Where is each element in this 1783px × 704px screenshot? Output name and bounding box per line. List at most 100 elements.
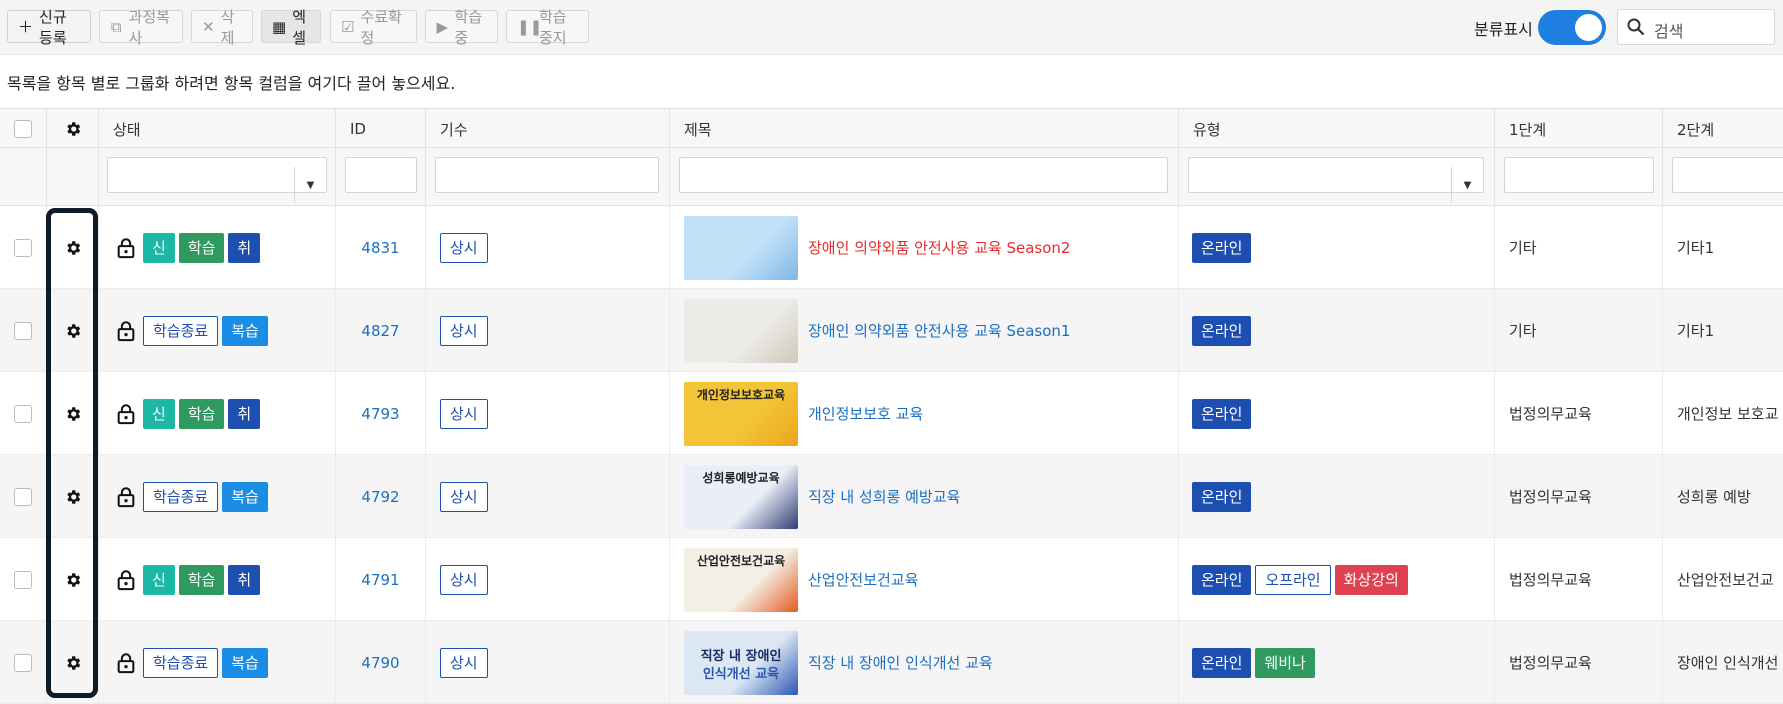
category-toggle[interactable] (1538, 10, 1606, 45)
row-select-cell (0, 289, 47, 372)
type-badge: 온라인 (1192, 647, 1252, 678)
gear-icon[interactable] (64, 488, 82, 506)
id-cell: 4793 (336, 372, 426, 455)
lock-icon (117, 237, 135, 258)
course-id-link[interactable]: 4791 (361, 571, 399, 589)
table-row[interactable]: 신 학습 취 4831 상시 장애인 의약외품 안전사용 교육 Season2 온라… (0, 206, 1783, 289)
status-badge: 학습종료 (143, 315, 219, 346)
title-filter-input[interactable] (679, 157, 1168, 193)
gear-icon[interactable] (64, 571, 82, 589)
row-select-cell (0, 621, 47, 704)
gear-icon[interactable] (64, 405, 82, 423)
id-cell: 4790 (336, 621, 426, 704)
row-checkbox[interactable] (14, 404, 32, 423)
row-checkbox[interactable] (14, 238, 32, 257)
row-checkbox[interactable] (14, 487, 32, 506)
course-title-link[interactable]: 산업안전보건교육 (808, 569, 918, 590)
course-thumbnail[interactable]: 직장 내 장애인 인식개선 교육 (684, 630, 798, 695)
course-thumbnail[interactable]: 개인정보보호교육 (684, 381, 798, 446)
lock-icon (117, 403, 135, 424)
status-badge: 학습 (178, 398, 225, 429)
term-cell: 상시 (426, 455, 670, 538)
course-title-link[interactable]: 장애인 의약외품 안전사용 교육 Season1 (808, 320, 1070, 341)
column-header-status[interactable]: 상태 (99, 109, 336, 149)
level2-cell: 장애인 인식개선 (1663, 621, 1783, 704)
course-thumbnail[interactable] (684, 298, 798, 363)
type-filter-select[interactable]: ▼ (1188, 157, 1484, 203)
search-placeholder: 검색 (1654, 22, 1684, 41)
play-icon: ▶ (436, 17, 449, 36)
course-id-link[interactable]: 4790 (361, 654, 399, 672)
course-title-link[interactable]: 개인정보보호 교육 (808, 403, 923, 424)
course-id-link[interactable]: 4831 (361, 239, 399, 257)
course-title-link[interactable]: 직장 내 장애인 인식개선 교육 (808, 652, 993, 673)
title-cell: 직장 내 장애인 인식개선 교육 직장 내 장애인 인식개선 교육 (670, 621, 1179, 704)
table-row[interactable]: 학습종료 복습 4827 상시 장애인 의약외품 안전사용 교육 Season1 … (0, 289, 1783, 372)
row-settings-cell (47, 455, 99, 538)
row-checkbox[interactable] (14, 321, 32, 340)
filter-row: ▼ ▼ (0, 148, 1783, 206)
gear-icon[interactable] (64, 239, 82, 257)
complete-button[interactable]: ☑ 수료확정 (330, 8, 417, 47)
search-icon (1627, 18, 1645, 36)
select-all-checkbox[interactable] (14, 120, 32, 138)
status-badge: 취 (228, 398, 261, 429)
course-thumbnail[interactable] (684, 215, 798, 280)
thumbnail-caption: 직장 내 장애인 (700, 648, 782, 664)
id-filter-input[interactable] (345, 157, 417, 193)
learning-button[interactable]: ▶ 학습중 (425, 8, 498, 47)
column-header-level1[interactable]: 1단계 (1495, 109, 1663, 149)
status-filter-select[interactable]: ▼ (107, 157, 327, 203)
row-settings-cell (47, 206, 99, 289)
level1-cell: 법정의무교육 (1495, 455, 1663, 538)
gear-icon[interactable] (64, 322, 82, 340)
excel-button[interactable]: ▦ 엑셀 (261, 8, 321, 47)
level2-text: 기타1 (1677, 239, 1715, 257)
level2-cell: 기타1 (1663, 206, 1783, 289)
course-thumbnail[interactable]: 산업안전보건교육 (684, 547, 798, 612)
column-header-type[interactable]: 유형 (1179, 109, 1495, 149)
course-title-link[interactable]: 직장 내 성희롱 예방교육 (808, 486, 960, 507)
status-cell: 학습종료 복습 (99, 621, 336, 704)
level2-text: 개인정보 보호교 (1677, 405, 1779, 423)
course-id-link[interactable]: 4793 (361, 405, 399, 423)
status-badge: 학습종료 (143, 481, 219, 512)
type-badge: 온라인 (1192, 481, 1252, 512)
course-id-link[interactable]: 4792 (361, 488, 399, 506)
level1-filter-input[interactable] (1504, 157, 1654, 193)
delete-button[interactable]: ✕ 삭제 (191, 8, 253, 47)
level2-text: 산업안전보건교 (1677, 571, 1774, 589)
column-header-level2[interactable]: 2단계 (1663, 109, 1783, 149)
chevron-down-icon[interactable]: ▼ (1451, 167, 1483, 203)
status-cell: 학습종료 복습 (99, 289, 336, 372)
id-cell: 4792 (336, 455, 426, 538)
column-header-term[interactable]: 기수 (426, 109, 670, 149)
gear-icon[interactable] (64, 654, 82, 672)
row-select-cell (0, 538, 47, 621)
term-filter-input[interactable] (435, 157, 659, 193)
table-row[interactable]: 신 학습 취 4793 상시 개인정보보호교육 개인정보보호 교육 온라인 법정의무… (0, 372, 1783, 455)
stop-learning-button[interactable]: ❚❚ 학습중지 (506, 8, 589, 47)
select-all-cell (0, 109, 47, 149)
id-cell: 4827 (336, 289, 426, 372)
column-header-id[interactable]: ID (336, 109, 426, 149)
new-button[interactable]: ＋ 신규등록 (7, 8, 91, 47)
row-checkbox[interactable] (14, 653, 32, 672)
gear-icon[interactable] (64, 120, 82, 138)
table-row[interactable]: 학습종료 복습 4792 상시 성희롱예방교육 직장 내 성희롱 예방교육 온라인… (0, 455, 1783, 538)
level1-text: 법정의무교육 (1509, 571, 1592, 589)
status-badge: 학습 (178, 564, 225, 595)
copy-course-button[interactable]: ⧉ 과정복사 (99, 8, 183, 47)
row-checkbox[interactable] (14, 570, 32, 589)
course-thumbnail[interactable]: 성희롱예방교육 (684, 464, 798, 529)
chevron-down-icon[interactable]: ▼ (294, 167, 326, 203)
type-badge: 웨비나 (1255, 647, 1315, 678)
table-row[interactable]: 학습종료 복습 4790 상시 직장 내 장애인 인식개선 교육 직장 내 장애인 … (0, 621, 1783, 704)
level1-cell: 법정의무교육 (1495, 621, 1663, 704)
level2-filter-input[interactable] (1672, 157, 1783, 193)
table-row[interactable]: 신 학습 취 4791 상시 산업안전보건교육 산업안전보건교육 온라인 오프라인 화상… (0, 538, 1783, 621)
column-header-title[interactable]: 제목 (670, 109, 1179, 149)
course-title-link[interactable]: 장애인 의약외품 안전사용 교육 Season2 (808, 237, 1070, 258)
course-id-link[interactable]: 4827 (361, 322, 399, 340)
search-input[interactable]: 검색 (1617, 9, 1775, 45)
